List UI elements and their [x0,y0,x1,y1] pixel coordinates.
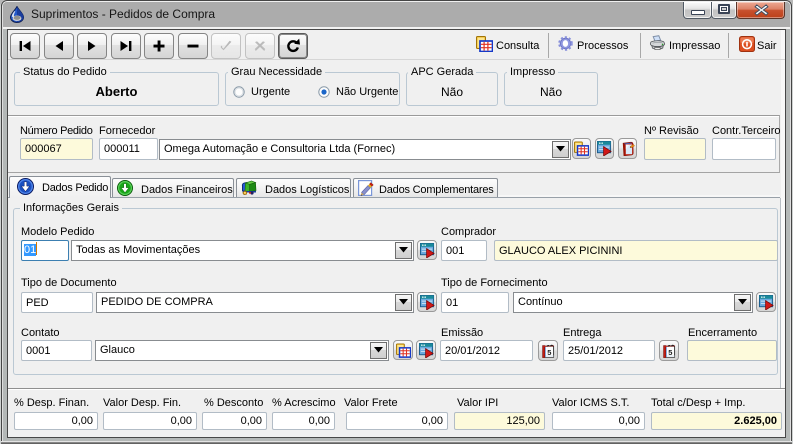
svg-text:5: 5 [668,348,672,357]
svg-text:5: 5 [547,348,551,357]
